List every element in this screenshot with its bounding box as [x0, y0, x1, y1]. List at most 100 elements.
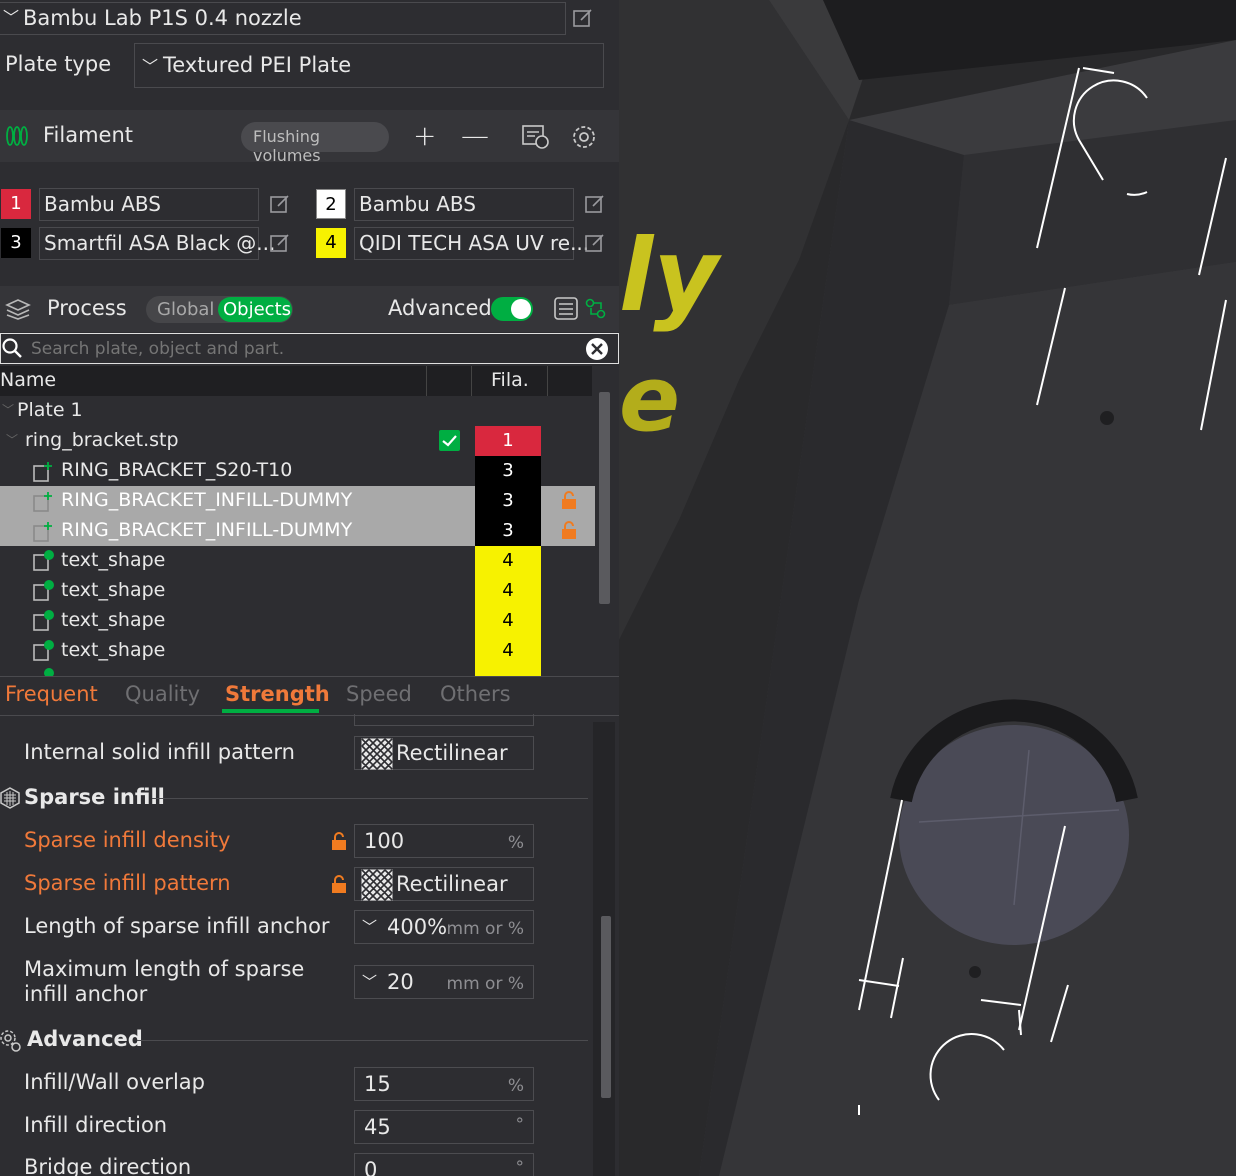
column-name[interactable]: Name: [0, 369, 56, 391]
edit-filament-2-icon[interactable]: [584, 193, 606, 215]
filament-slot-3-select[interactable]: Smartfil ASA Black @...: [39, 227, 275, 260]
unlock-icon[interactable]: [331, 832, 347, 850]
sync-filament-icon[interactable]: [521, 124, 549, 150]
edit-printer-icon[interactable]: [572, 7, 594, 29]
fila-cell[interactable]: 4: [475, 546, 541, 576]
fila-cell[interactable]: 3: [475, 456, 541, 486]
fila-value: 4: [502, 610, 514, 631]
tree-row-part[interactable]: RING_BRACKET_INFILL-DUMMY 3: [0, 486, 595, 516]
remove-filament-icon[interactable]: —: [461, 119, 489, 152]
filament-icon: [6, 126, 28, 146]
list-view-icon[interactable]: [554, 297, 580, 321]
toggle-global[interactable]: Global: [157, 299, 214, 320]
tree-row-part[interactable]: RING_BRACKET_INFILL-DUMMY 3: [0, 516, 595, 546]
settings-scrollbar[interactable]: [601, 916, 611, 1098]
anchor-length-select[interactable]: ﹀ 400% mm or %: [354, 910, 534, 944]
filament-slot-4-swatch[interactable]: 4: [316, 228, 346, 258]
fila-value: 4: [502, 580, 514, 601]
tree-row-object[interactable]: ﹀ ring_bracket.stp 1: [0, 426, 595, 456]
printer-name: Bambu Lab P1S 0.4 nozzle: [23, 6, 302, 30]
3d-model-render[interactable]: ly e: [619, 0, 1236, 1176]
fila-cell[interactable]: 1: [475, 426, 541, 456]
expand-arrow-icon: ﹀: [2, 403, 15, 417]
fila-value: 4: [502, 550, 514, 571]
bridge-direction-label: Bridge direction: [24, 1155, 192, 1176]
fila-cell[interactable]: 3: [475, 486, 541, 516]
filament-slot-number: 1: [10, 193, 22, 214]
filament-title: Filament: [43, 123, 134, 147]
edit-filament-4-icon[interactable]: [584, 232, 606, 254]
field-unit: mm or %: [446, 919, 524, 939]
tree-row-part[interactable]: text_shape 4: [0, 546, 595, 576]
search-bar: [0, 333, 619, 364]
edit-filament-1-icon[interactable]: [269, 193, 291, 215]
filament-slot-4-select[interactable]: QIDI TECH ASA UV re...: [354, 227, 589, 260]
internal-solid-infill-pattern-select[interactable]: Rectilinear: [354, 736, 534, 770]
sparse-infill-pattern-select[interactable]: Rectilinear: [354, 867, 534, 901]
tab-quality[interactable]: Quality: [125, 682, 200, 706]
plate-type-select[interactable]: ﹀ Textured PEI Plate: [134, 43, 604, 88]
search-input[interactable]: [29, 336, 573, 362]
tree-row-plate[interactable]: ﹀ Plate 1: [0, 396, 595, 426]
field-value: 45: [364, 1115, 391, 1139]
filament-slot-1-select[interactable]: Bambu ABS: [39, 188, 259, 221]
infill-direction-input[interactable]: 45 °: [354, 1110, 534, 1144]
object-list-scrollbar[interactable]: [599, 392, 610, 604]
clear-search-icon[interactable]: [585, 337, 609, 361]
text-part-icon: [33, 580, 54, 601]
fila-cell[interactable]: 4: [475, 606, 541, 636]
filament-slot-2-select[interactable]: Bambu ABS: [354, 188, 574, 221]
compare-icon[interactable]: [585, 298, 607, 320]
unlock-icon[interactable]: [561, 521, 577, 539]
tree-row-label: RING_BRACKET_INFILL-DUMMY: [61, 489, 353, 511]
toggle-objects[interactable]: Objects: [218, 297, 292, 322]
filament-slot-1-swatch[interactable]: 1: [1, 189, 31, 219]
sparse-infill-pattern-label: Sparse infill pattern: [24, 871, 231, 895]
flushing-volumes-button[interactable]: Flushing volumes: [241, 122, 389, 165]
filament-slot-2-swatch[interactable]: 2: [316, 189, 346, 219]
gear-icon[interactable]: [571, 124, 597, 150]
infill-wall-overlap-input[interactable]: 15 %: [354, 1067, 534, 1101]
tree-row-part[interactable]: text_shape 4: [0, 636, 595, 666]
column-fila[interactable]: Fila.: [491, 369, 529, 391]
tree-row-part[interactable]: RING_BRACKET_S20-T10 3: [0, 456, 595, 486]
edit-filament-3-icon[interactable]: [269, 232, 291, 254]
anchor-max-select[interactable]: ﹀ 20 mm or %: [354, 965, 534, 999]
tree-row-label: text_shape: [61, 579, 166, 601]
field-value: 400%: [387, 915, 448, 939]
plate-type-label: Plate type: [5, 52, 112, 76]
tab-strength[interactable]: Strength: [225, 682, 330, 706]
part-icon: [33, 462, 52, 482]
unlock-icon[interactable]: [561, 491, 577, 509]
tab-frequent[interactable]: Frequent: [5, 682, 98, 706]
tab-others[interactable]: Others: [440, 682, 511, 706]
check-icon: [442, 435, 457, 447]
toggle-objects-label: Objects: [223, 299, 292, 320]
fila-cell[interactable]: 4: [475, 576, 541, 606]
fila-cell[interactable]: 3: [475, 516, 541, 546]
tree-row-part[interactable]: text_shape 4: [0, 606, 595, 636]
field-value: 15: [364, 1072, 391, 1096]
part-icon: [33, 522, 52, 542]
tree-row-part[interactable]: text_shape 4: [0, 576, 595, 606]
global-objects-toggle[interactable]: Global Objects: [146, 296, 293, 323]
tab-speed[interactable]: Speed: [346, 682, 412, 706]
text-part-icon: [33, 550, 54, 571]
divider: [137, 1040, 588, 1041]
sidebar-panel: ﹀ Bambu Lab P1S 0.4 nozzle Plate type ﹀ …: [0, 0, 619, 1176]
filament-slot-3-swatch[interactable]: 3: [1, 228, 31, 258]
fila-cell[interactable]: 4: [475, 636, 541, 666]
bridge-direction-input[interactable]: 0 °: [354, 1153, 534, 1176]
field-unit: %: [507, 833, 524, 853]
anchor-length-label: Length of sparse infill anchor: [24, 914, 330, 938]
add-filament-icon[interactable]: +: [413, 119, 436, 152]
field-unit: mm or %: [446, 974, 524, 994]
advanced-switch[interactable]: [491, 297, 533, 321]
printer-select[interactable]: ﹀ Bambu Lab P1S 0.4 nozzle: [0, 2, 566, 35]
unlock-icon[interactable]: [331, 875, 347, 893]
3d-viewport[interactable]: ly e: [619, 0, 1236, 1176]
sparse-infill-density-input[interactable]: 100 %: [354, 824, 534, 858]
printable-checkbox[interactable]: [439, 430, 460, 451]
plate-type-value: Textured PEI Plate: [163, 53, 352, 77]
internal-solid-infill-pattern-label: Internal solid infill pattern: [24, 740, 295, 764]
